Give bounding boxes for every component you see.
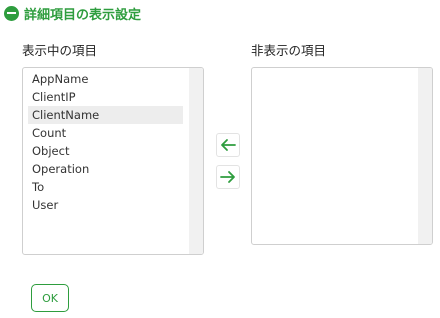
list-item[interactable]: Count [28, 124, 183, 142]
list-item[interactable]: Operation [28, 160, 183, 178]
ok-button[interactable]: OK [31, 284, 69, 312]
move-left-button[interactable] [216, 133, 240, 157]
shown-items-list[interactable]: AppName ClientIP ClientName Count Object… [22, 67, 204, 255]
minus-circle-icon[interactable] [4, 5, 19, 21]
move-right-button[interactable] [216, 165, 240, 189]
arrow-right-icon [220, 171, 235, 183]
list-item[interactable]: ClientIP [28, 88, 183, 106]
section-header[interactable]: 詳細項目の表示設定 [4, 4, 142, 23]
arrow-left-icon [221, 139, 236, 151]
hidden-list-scrollbar[interactable] [418, 68, 432, 244]
section-title: 詳細項目の表示設定 [24, 7, 142, 23]
shown-list-label: 表示中の項目 [22, 43, 98, 58]
hidden-items-list[interactable] [251, 67, 433, 245]
list-item[interactable]: User [28, 196, 183, 214]
hidden-list-label: 非表示の項目 [251, 43, 327, 58]
list-item[interactable]: Object [28, 142, 183, 160]
list-item[interactable]: To [28, 178, 183, 196]
list-item[interactable]: ClientName [28, 106, 183, 124]
list-item[interactable]: AppName [28, 70, 183, 88]
shown-list-scrollbar[interactable] [189, 68, 203, 254]
